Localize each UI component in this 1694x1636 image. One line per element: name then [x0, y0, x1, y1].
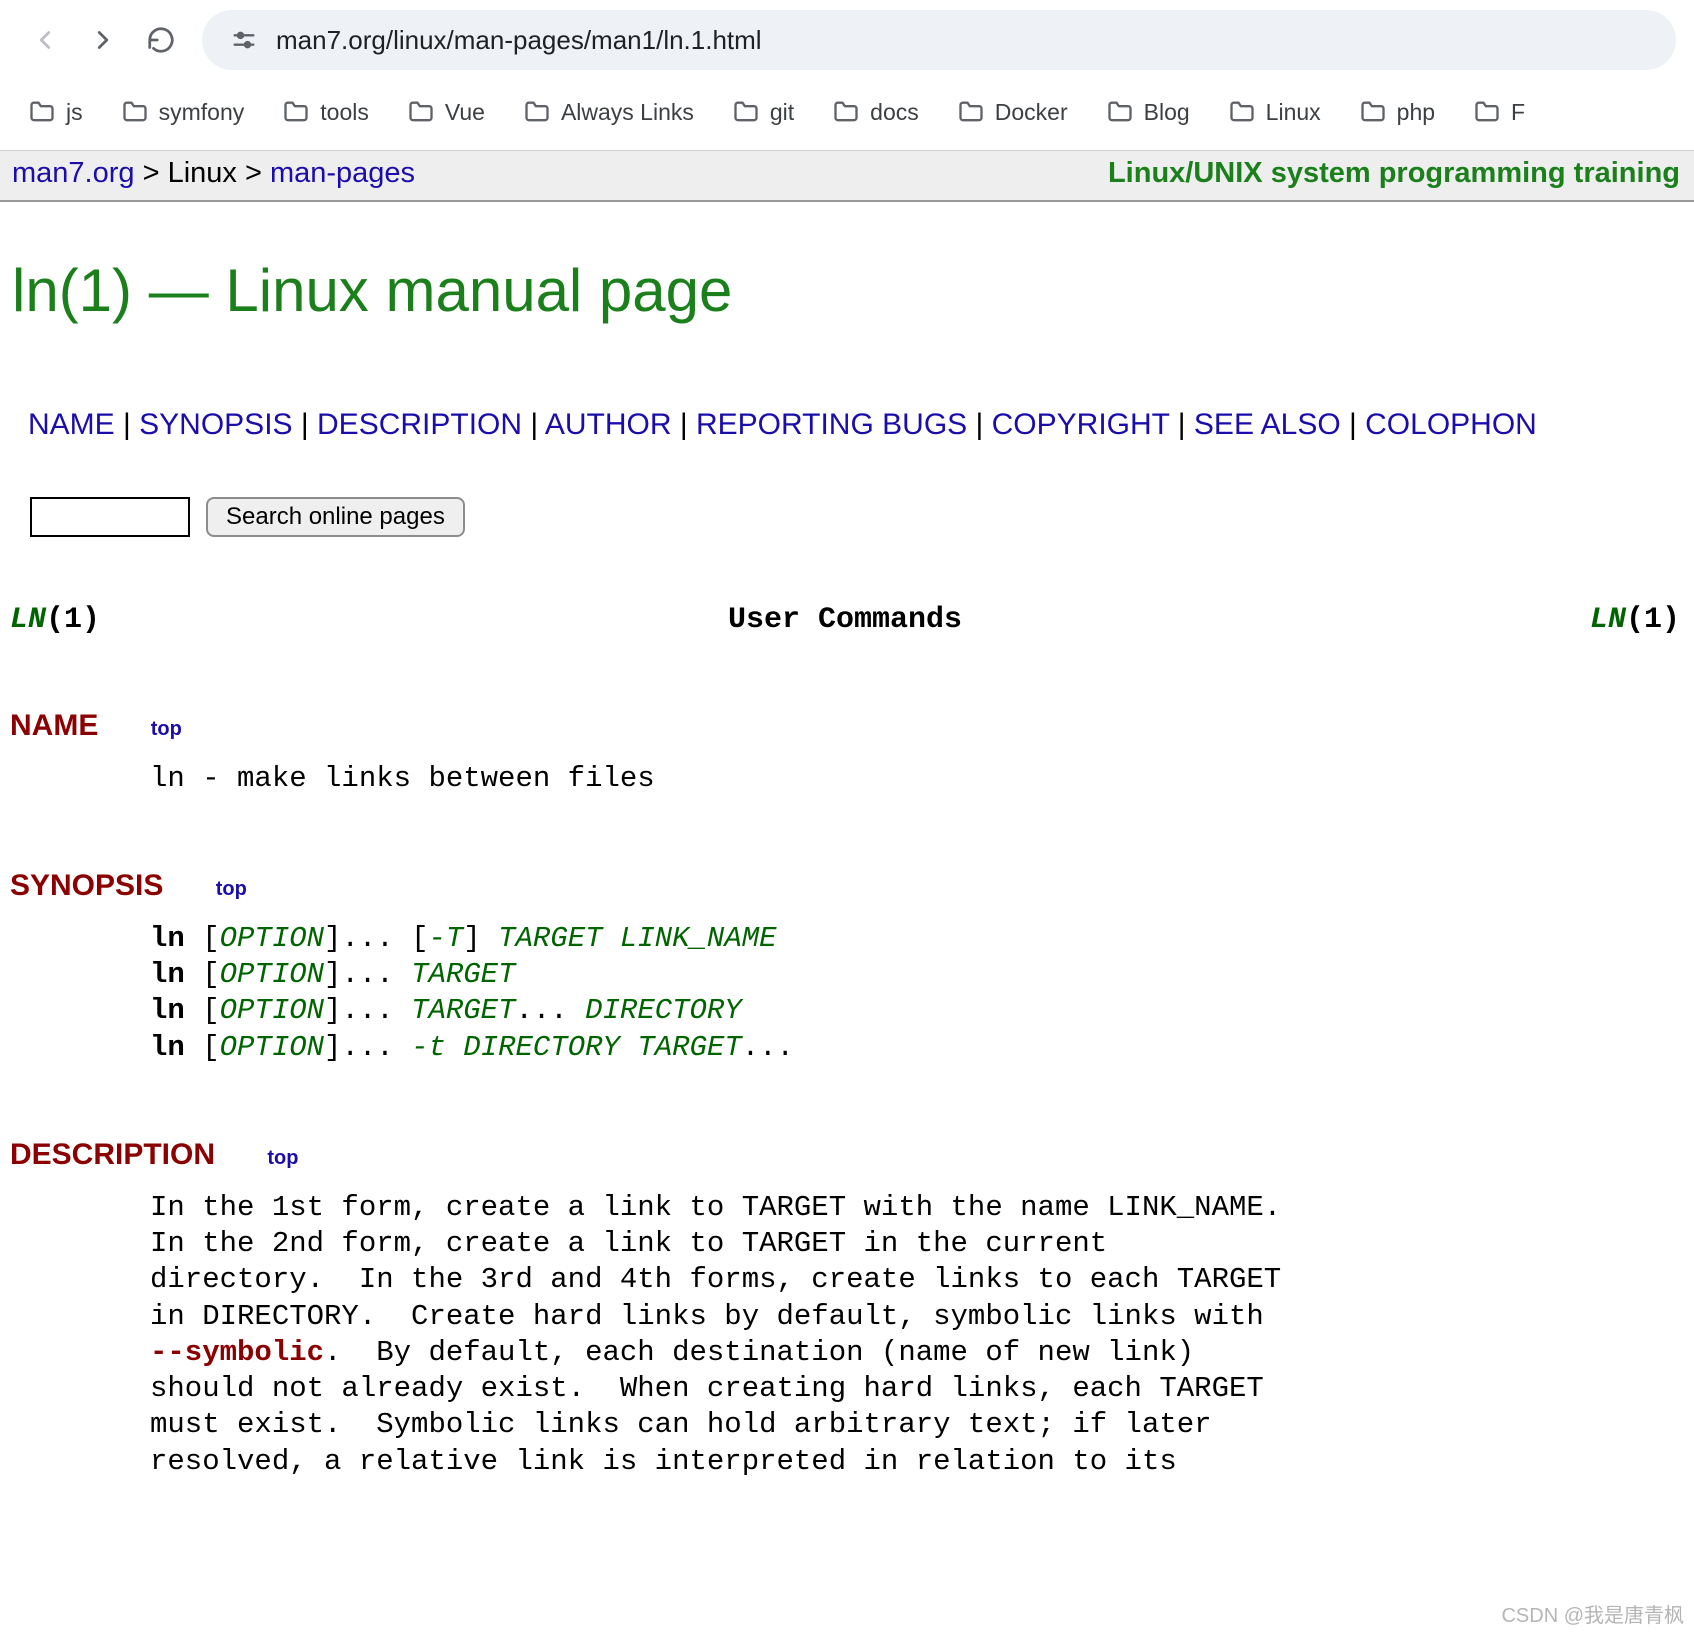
training-link-wrap: Linux/UNIX system programming training: [1108, 157, 1680, 190]
top-link[interactable]: top: [216, 878, 247, 900]
man-header-left: LN(1): [10, 603, 100, 637]
section-nav-link[interactable]: NAME: [28, 408, 115, 441]
bookmark-folder[interactable]: git: [726, 94, 800, 130]
section-heading-synopsis: SYNOPSIS top: [0, 797, 1694, 903]
name-text: ln - make links between files: [0, 761, 1694, 797]
watermark: CSDN @我是唐青枫: [1501, 1599, 1684, 1628]
section-nav-link[interactable]: COLOPHON: [1365, 408, 1537, 441]
bookmark-label: tools: [320, 99, 369, 126]
man-header-left-cmd: LN: [10, 603, 46, 637]
nav-separator: |: [967, 408, 991, 441]
section-nav-link[interactable]: REPORTING BUGS: [696, 408, 967, 441]
training-link[interactable]: Linux/UNIX system programming training: [1108, 157, 1680, 189]
search-row: Search online pages: [0, 447, 1694, 537]
man-header-right-sect: (1): [1626, 603, 1680, 637]
address-bar-url: man7.org/linux/man-pages/man1/ln.1.html: [276, 25, 762, 56]
breadcrumb-sep: >: [143, 157, 168, 189]
section-heading-description: DESCRIPTION top: [0, 1066, 1694, 1172]
address-bar[interactable]: man7.org/linux/man-pages/man1/ln.1.html: [202, 10, 1676, 70]
bookmark-folder[interactable]: tools: [276, 94, 375, 130]
section-heading-label: DESCRIPTION: [10, 1138, 215, 1171]
nav-forward-icon[interactable]: [86, 23, 120, 57]
nav-separator: |: [1169, 408, 1193, 441]
section-heading-name: NAME top: [0, 637, 1694, 743]
bookmark-folder[interactable]: symfony: [115, 94, 251, 130]
bookmark-label: js: [66, 99, 83, 126]
breadcrumb: man7.org > Linux > man-pages: [12, 157, 415, 190]
man-header-center: User Commands: [728, 603, 962, 637]
synopsis-text: ln [OPTION]... [-T] TARGET LINK_NAME ln …: [0, 921, 1694, 1066]
man-header-left-sect: (1): [46, 603, 100, 637]
description-text: In the 1st form, create a link to TARGET…: [0, 1190, 1694, 1480]
browser-toolbar: man7.org/linux/man-pages/man1/ln.1.html: [0, 0, 1694, 80]
site-settings-icon[interactable]: [230, 26, 258, 54]
section-nav-link[interactable]: SYNOPSIS: [139, 408, 292, 441]
nav-separator: |: [293, 408, 317, 441]
section-nav: NAME | SYNOPSIS | DESCRIPTION | AUTHOR |…: [0, 325, 1694, 447]
section-nav-link[interactable]: COPYRIGHT: [992, 408, 1170, 441]
bookmark-folder[interactable]: php: [1353, 94, 1441, 130]
top-link[interactable]: top: [267, 1147, 298, 1169]
page-content: man7.org > Linux > man-pages Linux/UNIX …: [0, 150, 1694, 1480]
breadcrumb-bar: man7.org > Linux > man-pages Linux/UNIX …: [0, 150, 1694, 202]
bookmark-label: php: [1397, 99, 1435, 126]
bookmark-label: docs: [870, 99, 919, 126]
man-header-right: LN(1): [1590, 603, 1680, 637]
section-nav-link[interactable]: DESCRIPTION: [317, 408, 522, 441]
breadcrumb-home[interactable]: man7.org: [12, 157, 135, 189]
nav-separator: |: [1341, 408, 1365, 441]
nav-separator: |: [522, 408, 545, 441]
section-body-synopsis: ln [OPTION]... [-T] TARGET LINK_NAME ln …: [0, 903, 1694, 1066]
bookmark-folder[interactable]: Vue: [401, 94, 491, 130]
section-heading-label: NAME: [10, 709, 98, 742]
bookmark-label: Docker: [995, 99, 1068, 126]
bookmark-label: Vue: [445, 99, 485, 126]
bookmark-label: Always Links: [561, 99, 694, 126]
bookmark-folder[interactable]: docs: [826, 94, 925, 130]
search-button[interactable]: Search online pages: [206, 497, 465, 537]
bookmark-folder[interactable]: Docker: [951, 94, 1074, 130]
breadcrumb-sep: >: [245, 157, 270, 189]
bookmark-label: Linux: [1266, 99, 1321, 126]
bookmark-label: Blog: [1144, 99, 1190, 126]
man-header: LN(1) User Commands LN(1): [0, 537, 1694, 637]
page-title: ln(1) — Linux manual page: [0, 202, 1694, 325]
man-header-right-cmd: LN: [1590, 603, 1626, 637]
breadcrumb-manpages[interactable]: man-pages: [270, 157, 415, 189]
nav-reload-icon[interactable]: [144, 23, 178, 57]
top-link[interactable]: top: [151, 718, 182, 740]
nav-separator: |: [115, 408, 139, 441]
bookmark-folder[interactable]: Linux: [1222, 94, 1327, 130]
bookmark-label: F: [1511, 99, 1525, 126]
section-nav-link[interactable]: AUTHOR: [545, 408, 672, 441]
section-body-name: ln - make links between files: [0, 743, 1694, 797]
nav-separator: |: [672, 408, 696, 441]
section-body-description: In the 1st form, create a link to TARGET…: [0, 1172, 1694, 1480]
bookmark-label: symfony: [159, 99, 245, 126]
bookmark-folder[interactable]: Always Links: [517, 94, 700, 130]
section-nav-link[interactable]: SEE ALSO: [1194, 408, 1341, 441]
search-input[interactable]: [30, 497, 190, 537]
bookmark-folder[interactable]: F: [1467, 94, 1531, 130]
bookmarks-bar: js symfony tools Vue Always Links git docs Dock…: [0, 80, 1694, 150]
section-heading-label: SYNOPSIS: [10, 869, 163, 902]
breadcrumb-linux: Linux: [168, 157, 237, 189]
bookmark-label: git: [770, 99, 794, 126]
bookmark-folder[interactable]: js: [22, 94, 89, 130]
nav-back-icon[interactable]: [28, 23, 62, 57]
bookmark-folder[interactable]: Blog: [1100, 94, 1196, 130]
